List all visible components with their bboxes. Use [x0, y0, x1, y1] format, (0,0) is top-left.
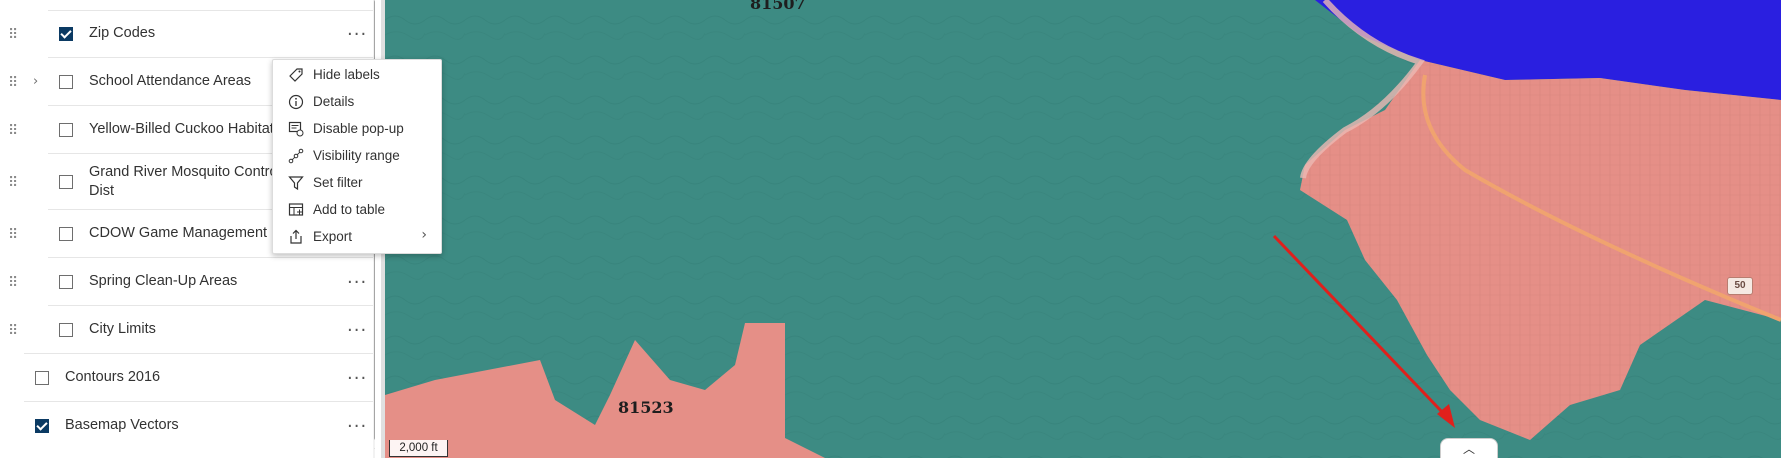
layer-visibility-checkbox[interactable] [59, 27, 73, 41]
menu-item-label: Disable pop-up [313, 121, 404, 136]
tag-icon [289, 68, 303, 82]
more-horizontal-icon[interactable]: ··· [347, 322, 367, 340]
drag-handle-icon[interactable]: ⠿ [8, 123, 18, 139]
more-horizontal-icon[interactable]: ··· [347, 370, 367, 388]
layer-label: School Attendance Areas [89, 73, 252, 89]
chevron-right-icon[interactable]: › [33, 74, 38, 89]
visibility-range-icon [288, 148, 304, 164]
layer-label: Spring Clean-Up Areas [89, 273, 238, 289]
popup-icon [288, 121, 304, 137]
layer-row-contours-2016[interactable]: Contours 2016 ··· [0, 354, 375, 402]
menu-item-label: Set filter [313, 175, 363, 190]
more-horizontal-icon[interactable]: ··· [347, 26, 367, 44]
chevron-up-icon[interactable]: ︿ [1440, 438, 1498, 458]
menu-item-label: Add to table [313, 202, 386, 217]
menu-item-export[interactable]: Export › [273, 224, 441, 250]
info-icon [288, 94, 304, 110]
layer-label: Basemap Vectors [65, 417, 179, 433]
drag-handle-icon[interactable]: ⠿ [8, 75, 18, 91]
layer-visibility-checkbox[interactable] [59, 323, 73, 337]
table-add-icon [288, 203, 304, 216]
menu-item-label: Export [313, 229, 353, 244]
drag-handle-icon[interactable]: ⠿ [8, 227, 18, 243]
menu-item-visibility-range[interactable]: Visibility range [273, 143, 441, 169]
layer-visibility-checkbox[interactable] [59, 75, 73, 89]
layer-label: Yellow-Billed Cuckoo Habitat [89, 121, 274, 137]
menu-item-details[interactable]: Details [273, 89, 441, 115]
menu-item-add-to-table[interactable]: Add to table [273, 197, 441, 223]
layer-label: City Limits [89, 321, 156, 337]
map-view[interactable] [385, 0, 1781, 458]
export-icon [290, 229, 302, 244]
scroll-down-icon[interactable]: ▼ [373, 446, 375, 456]
menu-item-disable-popup[interactable]: Disable pop-up [273, 116, 441, 142]
layer-visibility-checkbox[interactable] [59, 175, 73, 189]
drag-handle-icon[interactable]: ⠿ [8, 27, 18, 43]
scale-bar: 2,000 ft [389, 440, 448, 457]
chevron-right-icon: › [421, 227, 427, 243]
menu-item-label: Hide labels [313, 67, 380, 82]
highway-shield: 50 [1727, 277, 1753, 295]
layer-row-basemap-vectors[interactable]: Basemap Vectors ··· [0, 402, 375, 450]
menu-item-label: Visibility range [313, 148, 400, 163]
map-canvas[interactable] [385, 0, 1781, 458]
layer-visibility-checkbox[interactable] [35, 371, 49, 385]
layer-row-zip-codes[interactable]: ⠿ Zip Codes ··· [0, 10, 375, 58]
menu-item-set-filter[interactable]: Set filter [273, 170, 441, 196]
zip-label: 81523 [618, 398, 674, 417]
layer-visibility-checkbox[interactable] [59, 227, 73, 241]
drag-handle-icon[interactable]: ⠿ [8, 275, 18, 291]
layer-context-menu: Hide labels Details Disable pop-up Visib… [272, 59, 442, 254]
layer-visibility-checkbox[interactable] [35, 419, 49, 433]
drag-handle-icon[interactable]: ⠿ [8, 175, 18, 191]
zip-label: 81507 [750, 0, 806, 13]
layer-row-spring-clean-up-areas[interactable]: ⠿ Spring Clean-Up Areas ··· [0, 258, 375, 306]
layer-visibility-checkbox[interactable] [59, 123, 73, 137]
more-horizontal-icon[interactable]: ··· [347, 274, 367, 292]
more-horizontal-icon[interactable]: ··· [347, 418, 367, 436]
layer-visibility-checkbox[interactable] [59, 275, 73, 289]
layer-row-city-limits[interactable]: ⠿ City Limits ··· [0, 306, 375, 354]
menu-item-hide-labels[interactable]: Hide labels [273, 62, 441, 88]
filter-icon [288, 176, 304, 191]
layer-label-line-2: Dist [89, 183, 114, 199]
layer-label-line-1: Grand River Mosquito Control [89, 164, 281, 180]
layer-label: Contours 2016 [65, 369, 161, 385]
menu-item-label: Details [313, 94, 355, 109]
drag-handle-icon[interactable]: ⠿ [8, 323, 18, 339]
layer-label: Zip Codes [89, 25, 156, 41]
